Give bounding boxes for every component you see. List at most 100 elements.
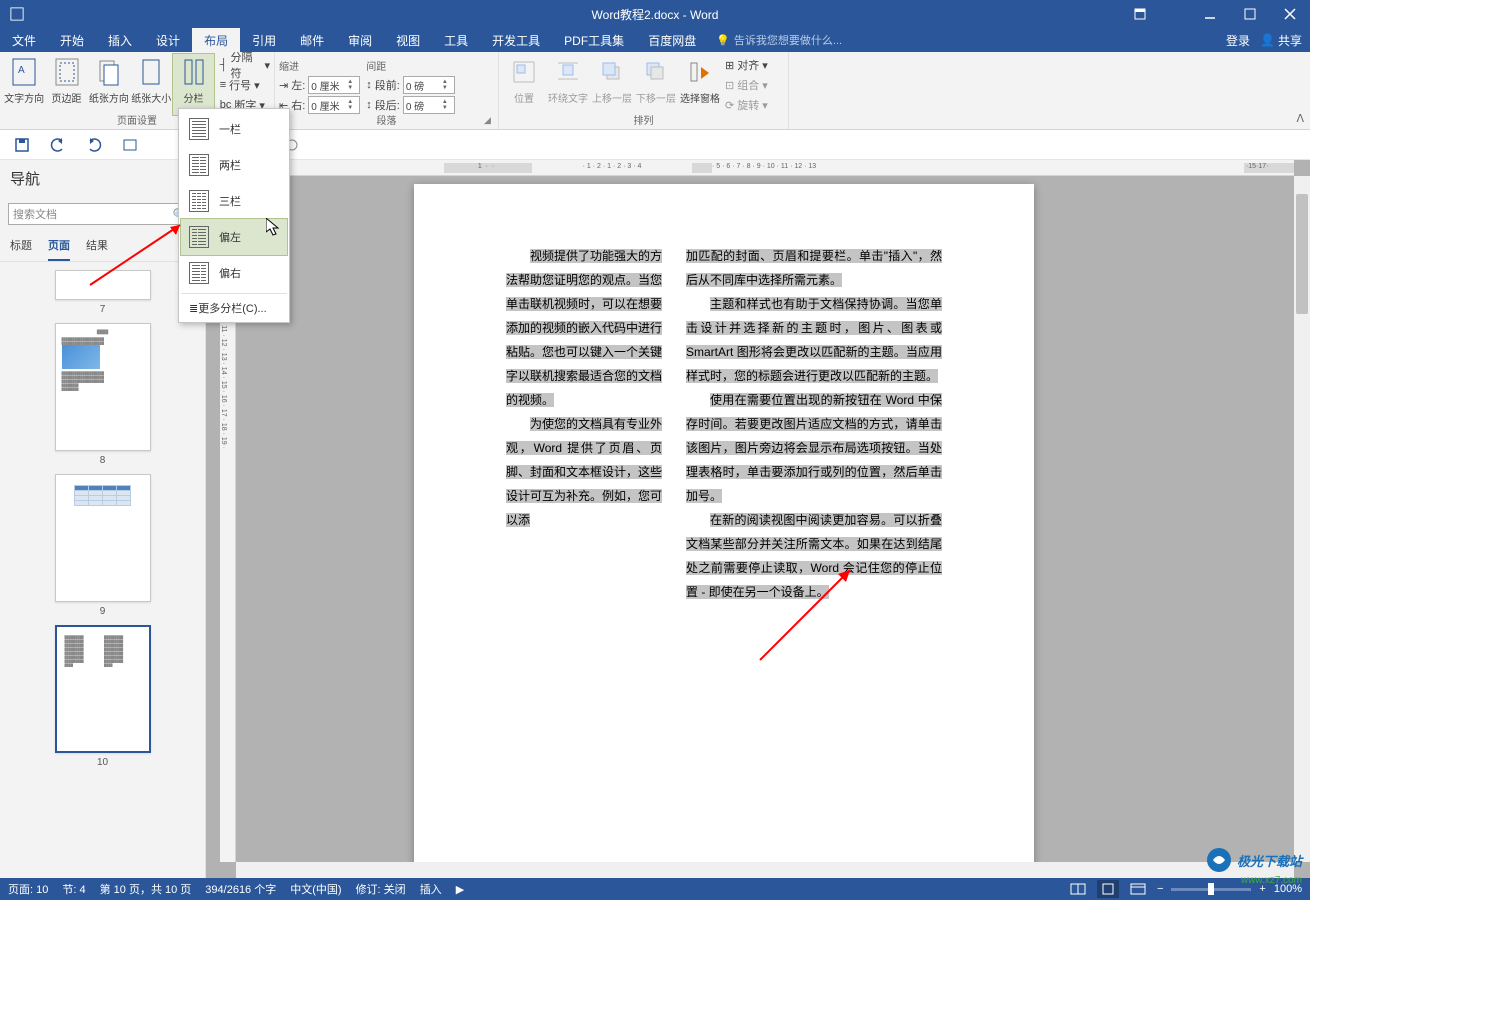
status-insert-mode[interactable]: 插入 [420, 881, 442, 897]
zoom-out-button[interactable]: − [1157, 883, 1163, 895]
thumb-page-8[interactable]: ████ ████████████████████ ██████████████… [0, 323, 205, 466]
tab-pdf[interactable]: PDF工具集 [552, 28, 636, 52]
navigation-pane: 导航 ▾ ✕ 搜索文档 🔍▾ 标题 页面 结果 7 ████ █████████… [0, 160, 206, 878]
columns-icon [178, 56, 210, 88]
line-numbers-button[interactable]: ≡行号▾ [220, 75, 270, 95]
status-language[interactable]: 中文(中国) [290, 881, 341, 897]
space-before-row: ↕段前:0 磅▲▼ [366, 75, 455, 95]
scrollbar-thumb[interactable] [1296, 194, 1308, 314]
word-app-icon [6, 7, 24, 21]
vertical-scrollbar[interactable] [1294, 176, 1310, 862]
tab-baidu[interactable]: 百度网盘 [636, 28, 708, 52]
nav-search-input[interactable]: 搜索文档 🔍▾ [8, 203, 197, 225]
thumb-page-10[interactable]: ████████████████████████████████████████… [0, 625, 205, 768]
svg-text:A: A [18, 65, 25, 76]
space-before-icon: ↕ [366, 79, 372, 91]
indent-left-icon: ⇥ [279, 79, 288, 92]
thumb-page-7[interactable]: 7 [0, 270, 205, 315]
position-icon [508, 56, 540, 88]
status-word-count[interactable]: 394/2616 个字 [205, 881, 276, 897]
qat-btn-4[interactable] [120, 135, 140, 155]
columns-option-two[interactable]: 两栏 [181, 147, 287, 183]
indent-left-input[interactable]: 0 厘米▲▼ [308, 76, 360, 94]
ribbon-display-options-icon[interactable] [1120, 0, 1160, 28]
space-before-input[interactable]: 0 磅▲▼ [403, 76, 455, 94]
ribbon-group-paragraph: 缩进 ⇥左:0 厘米▲▼ ⇤右:0 厘米▲▼ 间距 ↕段前:0 磅▲▼ ↕段后:… [275, 52, 499, 129]
columns-option-more[interactable]: ≣ 更多分栏(C)... [181, 296, 287, 320]
tab-review[interactable]: 审阅 [336, 28, 384, 52]
margins-icon [51, 56, 83, 88]
columns-option-right[interactable]: 偏右 [181, 255, 287, 291]
columns-option-three[interactable]: 三栏 [181, 183, 287, 219]
status-macro-icon[interactable]: ▶ [456, 883, 464, 896]
tab-developer[interactable]: 开发工具 [480, 28, 552, 52]
status-page-count[interactable]: 第 10 页，共 10 页 [100, 881, 192, 897]
read-mode-button[interactable] [1067, 880, 1089, 898]
tab-mailings[interactable]: 邮件 [288, 28, 336, 52]
bring-forward-icon [596, 56, 628, 88]
horizontal-scrollbar[interactable] [236, 862, 1294, 878]
watermark-logo-icon [1205, 846, 1233, 874]
tab-view[interactable]: 视图 [384, 28, 432, 52]
login-button[interactable]: 登录 [1226, 32, 1250, 49]
status-bar: 页面: 10 节: 4 第 10 页，共 10 页 394/2616 个字 中文… [0, 878, 1310, 900]
maximize-button[interactable] [1230, 0, 1270, 28]
breaks-button[interactable]: ┤分隔符▾ [220, 55, 270, 75]
group-button[interactable]: ⊡组合▾ [725, 75, 768, 95]
wrap-text-button[interactable]: 环绕文字 [547, 54, 589, 115]
tab-insert[interactable]: 插入 [96, 28, 144, 52]
group-label-arrange: 排列 [503, 115, 784, 129]
group-label-paragraph: 段落 [279, 115, 494, 129]
spacing-header: 间距 [366, 55, 455, 75]
status-page[interactable]: 页面: 10 [8, 881, 48, 897]
tell-me-input[interactable]: 💡 告诉我您想要做什么... [708, 28, 850, 52]
space-after-input[interactable]: 0 磅▲▼ [403, 96, 455, 114]
columns-option-one[interactable]: 一栏 [181, 111, 287, 147]
zoom-slider[interactable] [1171, 888, 1251, 891]
space-after-icon: ↕ [366, 99, 372, 111]
page-thumbnails: 7 ████ ████████████████████ ████████████… [0, 262, 205, 878]
undo-button[interactable] [48, 135, 68, 155]
collapse-ribbon-icon[interactable]: ᐱ [1296, 112, 1304, 125]
share-button[interactable]: 👤 共享 [1260, 32, 1302, 49]
dropdown-arrow-icon: ▾ [264, 59, 270, 72]
web-layout-button[interactable] [1127, 880, 1149, 898]
ribbon-tabs: 文件 开始 插入 设计 布局 引用 邮件 审阅 视图 工具 开发工具 PDF工具… [0, 28, 1310, 52]
tab-tools[interactable]: 工具 [432, 28, 480, 52]
document-page[interactable]: 视频提供了功能强大的方法帮助您证明您的观点。当您单击联机视频时，可以在想要添加的… [414, 184, 1034, 878]
send-backward-button[interactable]: 下移一层 [635, 54, 677, 115]
ribbon-group-arrange: 位置 环绕文字 上移一层 下移一层 选择窗格 ⊞对齐▾ ⊡组合▾ ⟳旋转▾ 排列 [499, 52, 789, 129]
status-section[interactable]: 节: 4 [62, 881, 85, 897]
size-button[interactable]: 纸张大小 [131, 54, 171, 115]
thumb-page-9[interactable]: 9 [0, 474, 205, 617]
bring-forward-button[interactable]: 上移一层 [591, 54, 633, 115]
tab-file[interactable]: 文件 [0, 28, 48, 52]
nav-tab-results[interactable]: 结果 [86, 231, 108, 261]
text-direction-button[interactable]: A文字方向 [4, 54, 44, 115]
send-backward-icon [640, 56, 672, 88]
columns-button[interactable]: 分栏 [173, 54, 213, 115]
orientation-icon [93, 56, 125, 88]
nav-tab-headings[interactable]: 标题 [10, 231, 32, 261]
selection-pane-button[interactable]: 选择窗格 [679, 54, 721, 115]
rotate-button[interactable]: ⟳旋转▾ [725, 95, 768, 115]
margins-button[interactable]: 页边距 [46, 54, 86, 115]
minimize-button[interactable] [1190, 0, 1230, 28]
horizontal-ruler[interactable]: 1 · · · 1 · 2 · 1 · 2 · 3 · 4 · 5 · 6 · … [236, 160, 1294, 176]
paragraph-dialog-launcher[interactable]: ◢ [484, 115, 496, 127]
breaks-icon: ┤ [220, 59, 228, 71]
redo-button[interactable] [84, 135, 104, 155]
indent-right-input[interactable]: 0 厘米▲▼ [308, 96, 360, 114]
save-button[interactable] [12, 135, 32, 155]
orientation-button[interactable]: 纸张方向 [89, 54, 129, 115]
align-button[interactable]: ⊞对齐▾ [725, 55, 768, 75]
print-layout-button[interactable] [1097, 880, 1119, 898]
status-track-changes[interactable]: 修订: 关闭 [356, 881, 406, 897]
menu-separator [181, 293, 287, 294]
position-button[interactable]: 位置 [503, 54, 545, 115]
tab-home[interactable]: 开始 [48, 28, 96, 52]
tab-design[interactable]: 设计 [144, 28, 192, 52]
window-title: Word教程2.docx - Word [592, 6, 719, 23]
close-button[interactable] [1270, 0, 1310, 28]
nav-tab-pages[interactable]: 页面 [48, 231, 70, 261]
